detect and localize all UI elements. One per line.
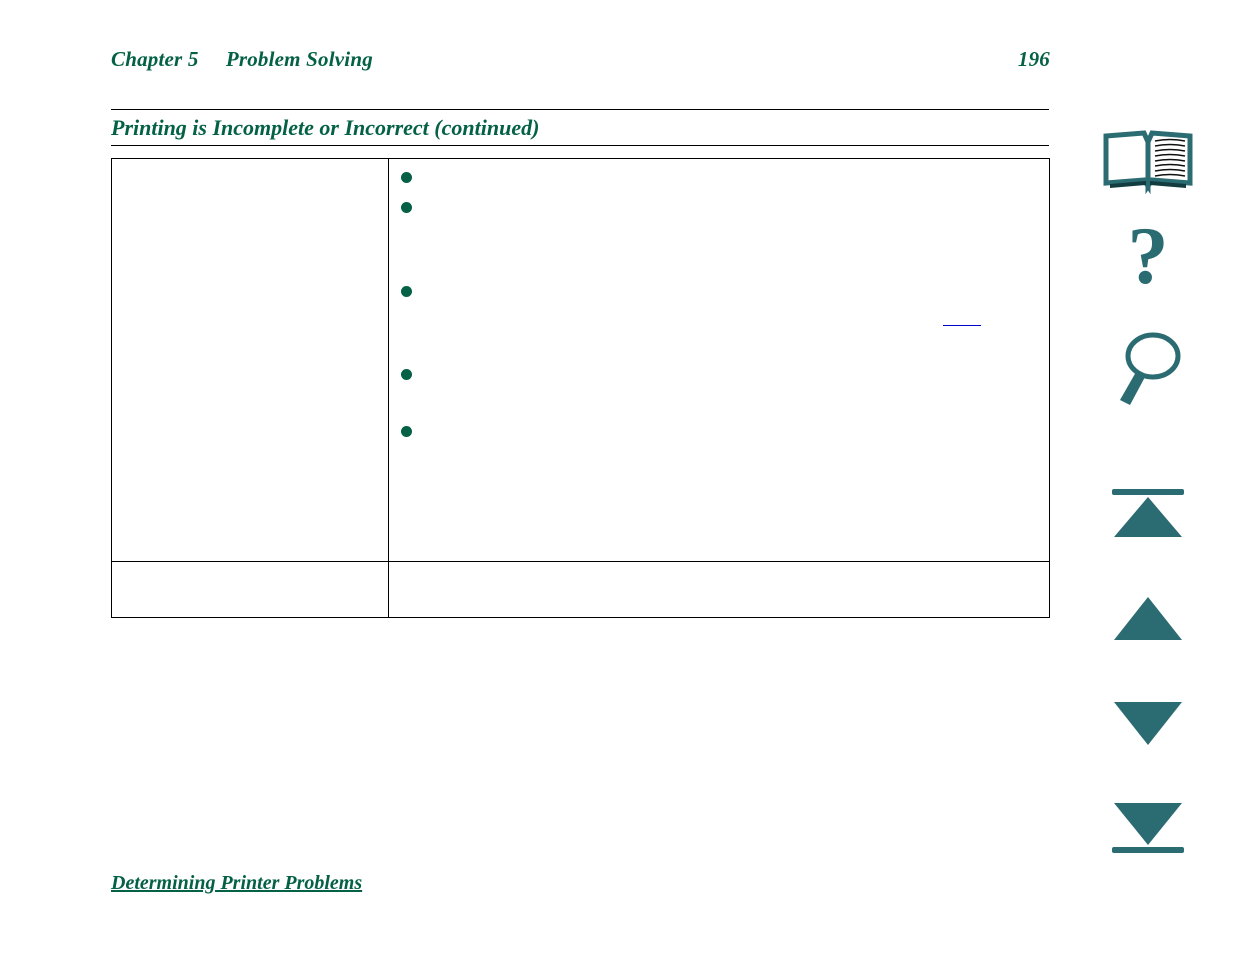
last-page-icon	[1111, 803, 1184, 853]
list-item-label	[425, 423, 1035, 434]
document-page: Chapter 5 Problem Solving 196 Printing i…	[0, 0, 1060, 954]
list-item-label	[425, 169, 1035, 180]
list-item	[399, 366, 1035, 380]
first-page-icon	[1111, 489, 1184, 537]
list-item	[399, 423, 1035, 437]
bullet-dot-icon	[401, 202, 412, 213]
footer-section-link[interactable]: Determining Printer Problems	[111, 872, 362, 895]
problem-solving-table	[111, 158, 1050, 618]
table-row	[112, 561, 1049, 617]
heading-rule-bottom	[111, 145, 1049, 146]
table-cell-cause	[112, 562, 389, 617]
list-item-label	[425, 283, 1035, 294]
magnifier-icon	[1119, 332, 1180, 405]
table-cell-solution	[389, 562, 1049, 617]
index-search-button[interactable]	[1060, 326, 1235, 412]
section-heading-block: Printing is Incomplete or Incorrect (con…	[111, 109, 1049, 146]
list-item	[399, 283, 1035, 297]
bullet-dot-icon	[401, 286, 412, 297]
help-button[interactable]: ?	[1060, 216, 1235, 311]
list-item	[399, 169, 1035, 183]
cross-reference-link[interactable]	[943, 311, 981, 326]
navigation-sidebar: ?	[1060, 0, 1235, 954]
up-triangle-icon	[1113, 597, 1182, 640]
next-page-button[interactable]	[1060, 692, 1235, 754]
last-page-button[interactable]	[1060, 793, 1235, 861]
first-page-button[interactable]	[1060, 483, 1235, 547]
running-header: Chapter 5 Problem Solving 196	[111, 47, 1050, 77]
svg-text:?: ?	[1127, 219, 1168, 301]
chapter-label: Chapter 5 Problem Solving	[111, 47, 373, 71]
list-item-label	[425, 366, 1035, 377]
bullet-dot-icon	[401, 426, 412, 437]
bullet-dot-icon	[401, 369, 412, 380]
table-row	[112, 159, 1049, 561]
contents-icon	[1103, 130, 1192, 194]
page-number: 196	[1017, 47, 1050, 71]
contents-button[interactable]	[1060, 126, 1235, 196]
table-cell-cause	[112, 159, 389, 561]
list-item	[399, 199, 1035, 213]
down-triangle-icon	[1113, 702, 1182, 745]
previous-page-button[interactable]	[1060, 588, 1235, 650]
section-heading: Printing is Incomplete or Incorrect (con…	[111, 115, 540, 140]
table-cell-solution	[389, 159, 1049, 561]
bullet-dot-icon	[401, 172, 412, 183]
solution-bullet-list	[399, 169, 1035, 437]
question-mark-icon: ?	[1127, 219, 1168, 301]
list-item-label	[425, 199, 1035, 210]
